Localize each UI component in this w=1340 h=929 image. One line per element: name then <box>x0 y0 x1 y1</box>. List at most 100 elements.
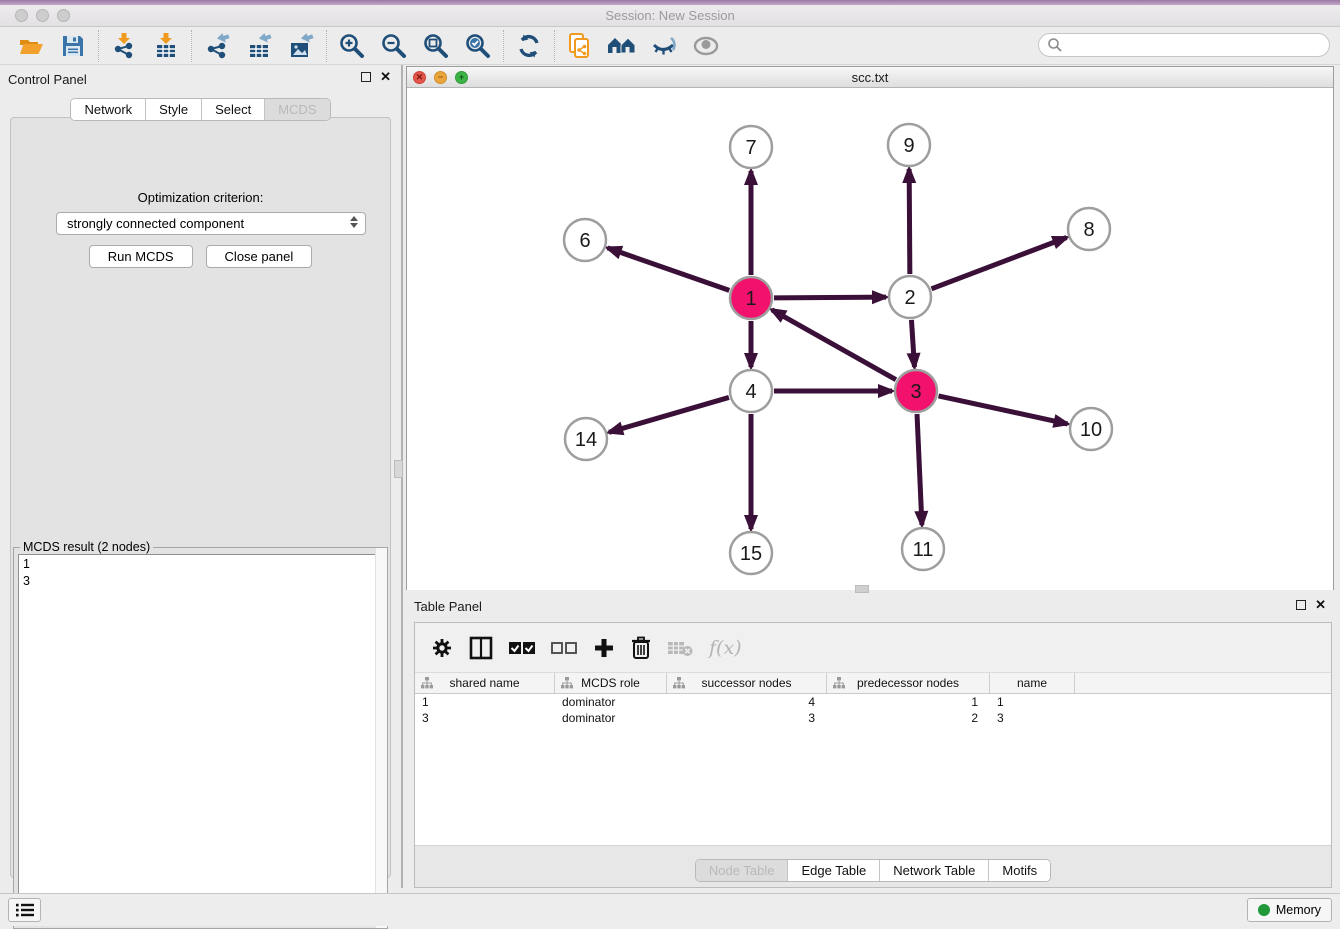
table-panel-title: Table Panel <box>414 599 482 614</box>
memory-button[interactable]: Memory <box>1247 898 1332 922</box>
control-tab-select[interactable]: Select <box>202 99 265 120</box>
table-body[interactable]: 1dominator4113dominator323 <box>415 694 1331 845</box>
result-scrollbar[interactable] <box>375 548 387 928</box>
close-table-panel-icon[interactable]: ✕ <box>1315 600 1326 610</box>
control-tab-style[interactable]: Style <box>146 99 202 120</box>
criterion-select[interactable]: strongly connected component <box>56 212 366 235</box>
import-table-button[interactable] <box>145 29 187 63</box>
optimization-criterion-label: Optimization criterion: <box>11 190 390 205</box>
zoom-in-button[interactable] <box>331 29 373 63</box>
control-panel-title: Control Panel <box>8 72 87 87</box>
search-icon <box>1047 37 1063 53</box>
edge-3-1[interactable] <box>772 310 896 380</box>
refresh-arrows-icon <box>515 32 543 60</box>
node-label-14: 14 <box>575 429 597 451</box>
close-panel-button[interactable]: Close panel <box>206 245 313 268</box>
export-table-button[interactable] <box>238 29 280 63</box>
node-label-9: 9 <box>903 135 914 157</box>
horizontal-splitter-handle[interactable] <box>855 585 869 593</box>
table-settings-button[interactable] <box>431 637 453 659</box>
search-input[interactable] <box>1063 35 1329 55</box>
deselect-all-button[interactable] <box>551 640 577 656</box>
select-all-button[interactable] <box>509 640 535 656</box>
delete-table-button[interactable] <box>667 639 693 657</box>
cell-mcds_role: dominator <box>555 710 667 726</box>
houses-icon <box>607 33 637 59</box>
mcds-result-title: MCDS result (2 nodes) <box>20 540 153 554</box>
network-canvas[interactable]: 7968124314101511 <box>407 89 1333 590</box>
table-tab-edge-table[interactable]: Edge Table <box>788 860 880 881</box>
edge-2-9[interactable] <box>909 169 910 274</box>
table-tab-network-table[interactable]: Network Table <box>880 860 989 881</box>
cell-shared_name: 1 <box>415 694 555 710</box>
cell-shared_name: 3 <box>415 710 555 726</box>
export-network-icon <box>203 32 231 60</box>
toolbar-separator <box>98 30 99 62</box>
edge-2-8[interactable] <box>932 238 1067 289</box>
cell-name: 1 <box>990 694 1075 710</box>
table-panel: Table Panel ✕ <box>406 597 1340 888</box>
control-tab-network[interactable]: Network <box>71 99 146 120</box>
edge-3-11[interactable] <box>917 414 922 525</box>
edge-2-3[interactable] <box>911 320 914 367</box>
run-mcds-button[interactable]: Run MCDS <box>89 245 193 268</box>
hide-details-button[interactable] <box>643 29 685 63</box>
task-history-button[interactable] <box>8 898 41 922</box>
zoom-in-icon <box>338 32 366 60</box>
panel-splitter-handle[interactable] <box>394 460 403 478</box>
save-floppy-icon <box>60 33 86 59</box>
open-session-button[interactable] <box>10 29 52 63</box>
column-header-name[interactable]: name <box>990 673 1075 693</box>
network-graph[interactable]: 7968124314101511 <box>407 89 1333 590</box>
eye-icon <box>691 33 721 59</box>
float-table-panel-icon[interactable] <box>1296 600 1306 610</box>
zoom-fit-button[interactable] <box>415 29 457 63</box>
list-icon <box>15 902 35 918</box>
criterion-selected-value: strongly connected component <box>67 216 244 231</box>
column-header-MCDS-role[interactable]: MCDS role <box>555 673 667 693</box>
clone-network-button[interactable] <box>559 29 601 63</box>
houses-button[interactable] <box>601 29 643 63</box>
node-label-11: 11 <box>913 539 934 561</box>
table-row[interactable]: 1dominator411 <box>415 694 1331 710</box>
memory-status-icon <box>1258 904 1270 916</box>
function-builder-button[interactable]: f(x) <box>709 637 742 659</box>
search-box[interactable] <box>1038 33 1330 57</box>
node-label-6: 6 <box>579 230 590 252</box>
node-label-8: 8 <box>1083 219 1094 241</box>
cell-name: 3 <box>990 710 1075 726</box>
save-session-button[interactable] <box>52 29 94 63</box>
edge-1-6[interactable] <box>608 248 730 290</box>
column-header-successor-nodes[interactable]: successor nodes <box>667 673 827 693</box>
main-toolbar <box>0 27 1340 65</box>
cell-predecessor_nodes: 1 <box>827 694 990 710</box>
network-window-title: scc.txt <box>407 70 1333 85</box>
edge-1-2[interactable] <box>774 297 886 298</box>
zoom-out-button[interactable] <box>373 29 415 63</box>
gear-icon <box>431 637 453 659</box>
table-tab-motifs[interactable]: Motifs <box>989 860 1050 881</box>
zoom-selected-button[interactable] <box>457 29 499 63</box>
clone-network-icon <box>566 32 594 60</box>
export-network-button[interactable] <box>196 29 238 63</box>
network-window-titlebar[interactable]: ✕ − + scc.txt <box>407 67 1333 88</box>
node-label-2: 2 <box>904 287 915 309</box>
column-header-predecessor-nodes[interactable]: predecessor nodes <box>827 673 990 693</box>
apply-layout-button[interactable] <box>508 29 550 63</box>
import-network-button[interactable] <box>103 29 145 63</box>
close-panel-icon[interactable]: ✕ <box>380 72 391 82</box>
float-panel-icon[interactable] <box>361 72 371 82</box>
control-tab-mcds[interactable]: MCDS <box>265 99 329 120</box>
add-column-button[interactable] <box>593 637 615 659</box>
edge-3-10[interactable] <box>938 396 1067 424</box>
edge-4-14[interactable] <box>609 397 729 432</box>
eye-button[interactable] <box>685 29 727 63</box>
network-window: ✕ − + scc.txt 7968124314101511 <box>406 66 1334 590</box>
table-tab-node-table[interactable]: Node Table <box>696 860 789 881</box>
column-layout-button[interactable] <box>469 636 493 660</box>
export-image-button[interactable] <box>280 29 322 63</box>
column-header-shared-name[interactable]: shared name <box>415 673 555 693</box>
table-row[interactable]: 3dominator323 <box>415 710 1331 726</box>
delete-column-button[interactable] <box>631 636 651 660</box>
mcds-result-text[interactable]: 1 3 <box>18 554 383 924</box>
